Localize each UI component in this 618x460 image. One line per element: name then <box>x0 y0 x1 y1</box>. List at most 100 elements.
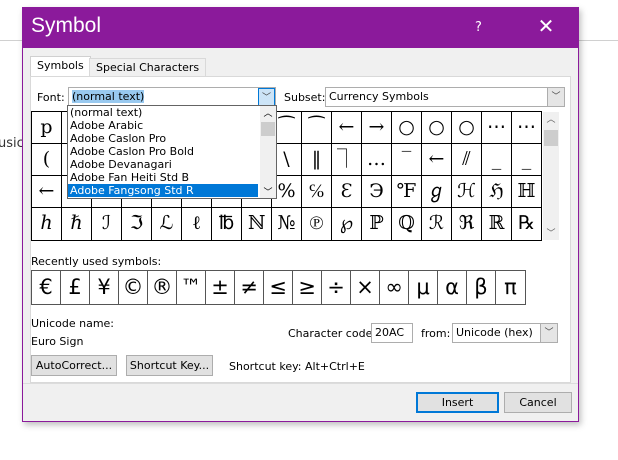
font-option[interactable]: Adobe Fan Heiti Std B <box>68 171 276 184</box>
scroll-up-icon[interactable]: ︿ <box>543 112 559 126</box>
tab-special-characters[interactable]: Special Characters <box>89 58 207 77</box>
font-option[interactable]: Adobe Fangsong Std R <box>68 184 258 197</box>
recent-symbol[interactable]: € <box>32 271 61 304</box>
symbol-cell[interactable]: ⫽ <box>452 144 482 176</box>
symbol-cell[interactable]: ℓ <box>182 208 212 240</box>
scroll-up-icon[interactable]: ︿ <box>260 106 276 120</box>
symbol-cell[interactable]: ( <box>32 144 62 176</box>
background-text: usic <box>0 136 24 151</box>
font-option[interactable]: Adobe Caslon Pro Bold <box>68 145 276 158</box>
symbol-cell[interactable]: ℉ <box>392 176 422 208</box>
symbol-cell[interactable]: ℗ <box>302 208 332 240</box>
autocorrect-button[interactable]: AutoCorrect... <box>31 355 117 376</box>
symbol-cell[interactable]: ℙ <box>362 208 392 240</box>
font-option[interactable]: Adobe Caslon Pro <box>68 132 276 145</box>
symbol-cell[interactable]: ℋ <box>452 176 482 208</box>
symbol-cell[interactable]: ← <box>422 144 452 176</box>
recent-symbol[interactable]: ¥ <box>90 271 119 304</box>
font-dropdown-list[interactable]: (normal text) Adobe Arabic Adobe Caslon Pr… <box>67 105 277 199</box>
scroll-thumb[interactable] <box>544 130 558 146</box>
shortcut-key-button[interactable]: Shortcut Key... <box>126 355 213 376</box>
symbol-cell[interactable]: ← <box>32 176 62 208</box>
symbol-cell[interactable]: ⁀ <box>302 112 332 144</box>
from-value: Unicode (hex) <box>456 326 533 339</box>
subset-value: Currency Symbols <box>329 90 429 103</box>
symbol-cell[interactable]: ℜ <box>452 208 482 240</box>
insert-button[interactable]: Insert <box>416 392 499 413</box>
recent-symbol[interactable]: ≥ <box>293 271 322 304</box>
symbol-cell[interactable]: ← <box>332 112 362 144</box>
recent-symbol[interactable]: ® <box>148 271 177 304</box>
cancel-button[interactable]: Cancel <box>504 392 572 413</box>
symbol-cell[interactable]: ℛ <box>422 208 452 240</box>
from-label: from: <box>421 327 451 340</box>
close-button[interactable]: ✕ <box>531 14 561 38</box>
recent-symbol[interactable]: μ <box>409 271 438 304</box>
symbol-cell[interactable]: ℔ <box>212 208 242 240</box>
symbol-cell[interactable]: _ <box>512 144 542 176</box>
footer-divider <box>23 383 578 384</box>
symbol-cell[interactable]: ‾ <box>392 144 422 176</box>
recent-symbol[interactable]: × <box>351 271 380 304</box>
symbol-cell[interactable]: ℅ <box>302 176 332 208</box>
symbol-cell[interactable]: Ɛ <box>332 176 362 208</box>
symbol-cell[interactable]: ℒ <box>152 208 182 240</box>
symbol-cell[interactable]: ℐ <box>92 208 122 240</box>
symbol-cell[interactable]: ‖ <box>302 144 332 176</box>
symbol-cell[interactable]: ○ <box>392 112 422 144</box>
from-select[interactable]: Unicode (hex) ﹀ <box>452 323 558 343</box>
font-option[interactable]: (normal text) <box>68 106 276 119</box>
recent-symbol[interactable]: ™ <box>177 271 206 304</box>
symbol-cell[interactable]: ○ <box>422 112 452 144</box>
symbol-cell[interactable]: ℍ <box>512 176 542 208</box>
symbol-cell[interactable]: ℞ <box>512 208 542 240</box>
recent-symbol[interactable]: © <box>119 271 148 304</box>
symbol-cell[interactable]: ⏋ <box>332 144 362 176</box>
symbol-cell[interactable]: Э <box>362 176 392 208</box>
tab-symbols[interactable]: Symbols <box>30 56 91 78</box>
recent-symbol[interactable]: α <box>438 271 467 304</box>
recent-symbol[interactable]: ≤ <box>264 271 293 304</box>
help-button[interactable]: ? <box>475 20 482 35</box>
scroll-thumb[interactable] <box>261 122 275 136</box>
recent-symbol[interactable]: π <box>496 271 525 304</box>
recent-symbol[interactable]: £ <box>61 271 90 304</box>
grid-scrollbar[interactable]: ︿ ﹀ <box>543 112 559 240</box>
recent-symbol[interactable]: ∞ <box>380 271 409 304</box>
symbol-cell[interactable]: ℚ <box>392 208 422 240</box>
recent-symbol[interactable]: ÷ <box>322 271 351 304</box>
symbol-cell[interactable]: ℝ <box>482 208 512 240</box>
symbol-cell[interactable]: ℏ <box>62 208 92 240</box>
recent-symbol[interactable]: ± <box>206 271 235 304</box>
symbol-cell[interactable]: p <box>32 112 62 144</box>
symbol-cell[interactable]: ℎ <box>32 208 62 240</box>
symbol-cell[interactable]: ℌ <box>482 176 512 208</box>
dropdown-scrollbar[interactable]: ︿ ﹀ <box>260 106 276 198</box>
symbol-cell[interactable]: ℕ <box>242 208 272 240</box>
symbol-cell[interactable]: ℑ <box>122 208 152 240</box>
scroll-down-icon[interactable]: ﹀ <box>543 226 559 240</box>
recent-symbol[interactable]: β <box>467 271 496 304</box>
symbol-cell[interactable]: ⋯ <box>512 112 542 144</box>
subset-select[interactable]: Currency Symbols ﹀ <box>325 87 565 107</box>
chevron-down-icon[interactable]: ﹀ <box>258 88 275 106</box>
recent-label: Recently used symbols: <box>31 255 162 268</box>
recent-symbol[interactable]: ≠ <box>235 271 264 304</box>
character-code-input[interactable]: 20AC <box>371 323 413 343</box>
symbol-cell[interactable]: ℘ <box>332 208 362 240</box>
font-option[interactable]: Adobe Arabic <box>68 119 276 132</box>
symbol-cell[interactable]: № <box>272 208 302 240</box>
symbol-cell[interactable]: ⋯ <box>482 112 512 144</box>
font-select[interactable]: (normal text) ﹀ <box>68 87 276 107</box>
chevron-down-icon[interactable]: ﹀ <box>540 324 557 342</box>
symbol-cell[interactable]: ℊ <box>422 176 452 208</box>
font-option[interactable]: Adobe Devanagari <box>68 158 276 171</box>
unicode-name-value: Euro Sign <box>31 335 84 348</box>
symbol-cell[interactable]: → <box>362 112 392 144</box>
symbol-dialog: Symbol ? ✕ Symbols Special Characters Fo… <box>22 7 579 422</box>
symbol-cell[interactable]: _ <box>482 144 512 176</box>
symbol-cell[interactable]: … <box>362 144 392 176</box>
scroll-down-icon[interactable]: ﹀ <box>260 185 276 198</box>
chevron-down-icon[interactable]: ﹀ <box>547 88 564 106</box>
symbol-cell[interactable]: ○ <box>452 112 482 144</box>
